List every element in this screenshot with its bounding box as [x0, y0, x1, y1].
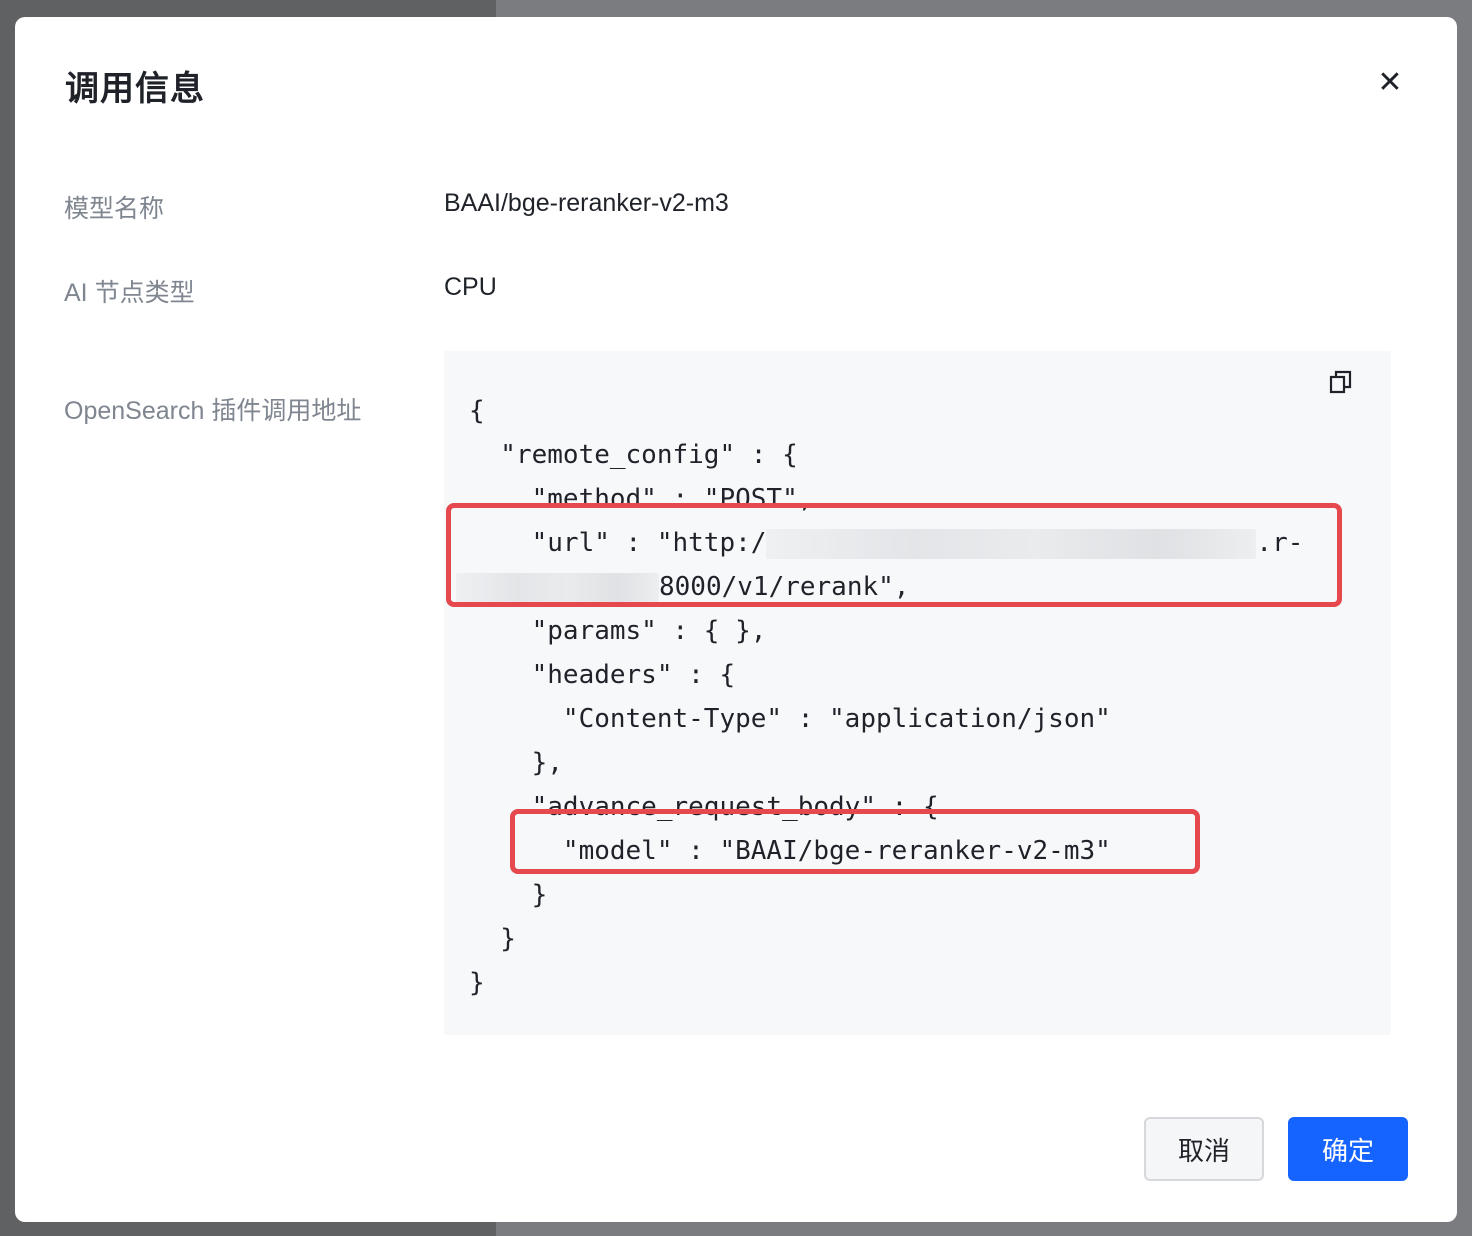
code-line: "params" : { },: [469, 616, 767, 646]
code-line: },: [469, 748, 563, 778]
close-icon[interactable]: ✕: [1370, 63, 1410, 103]
code-content: { "remote_config" : { "method" : "POST",…: [456, 389, 1303, 1005]
cancel-button[interactable]: 取消: [1144, 1117, 1264, 1181]
code-line: "headers" : {: [469, 660, 736, 690]
ai-node-type-label: AI 节点类型: [64, 279, 195, 307]
model-highlight-box: [510, 809, 1200, 874]
copy-icon[interactable]: [1326, 367, 1356, 397]
model-name-label: 模型名称: [64, 195, 165, 223]
url-highlight-box: [446, 503, 1342, 607]
code-line: "remote_config" : {: [469, 440, 798, 470]
ai-node-type-value: CPU: [444, 273, 497, 301]
code-line: "Content-Type" : "application/json": [469, 704, 1111, 734]
code-line: }: [469, 924, 516, 954]
code-line: }: [469, 880, 548, 910]
code-line: }: [469, 968, 485, 998]
code-block: { "remote_config" : { "method" : "POST",…: [444, 351, 1391, 1035]
model-name-value: BAAI/bge-reranker-v2-m3: [444, 189, 729, 217]
dialog-title: 调用信息: [65, 70, 205, 108]
confirm-button[interactable]: 确定: [1288, 1117, 1408, 1181]
code-line: {: [469, 396, 485, 426]
opensearch-plugin-url-label: OpenSearch 插件调用地址: [64, 397, 362, 425]
invocation-info-dialog: 调用信息 ✕ 模型名称 BAAI/bge-reranker-v2-m3 AI 节…: [15, 17, 1457, 1222]
